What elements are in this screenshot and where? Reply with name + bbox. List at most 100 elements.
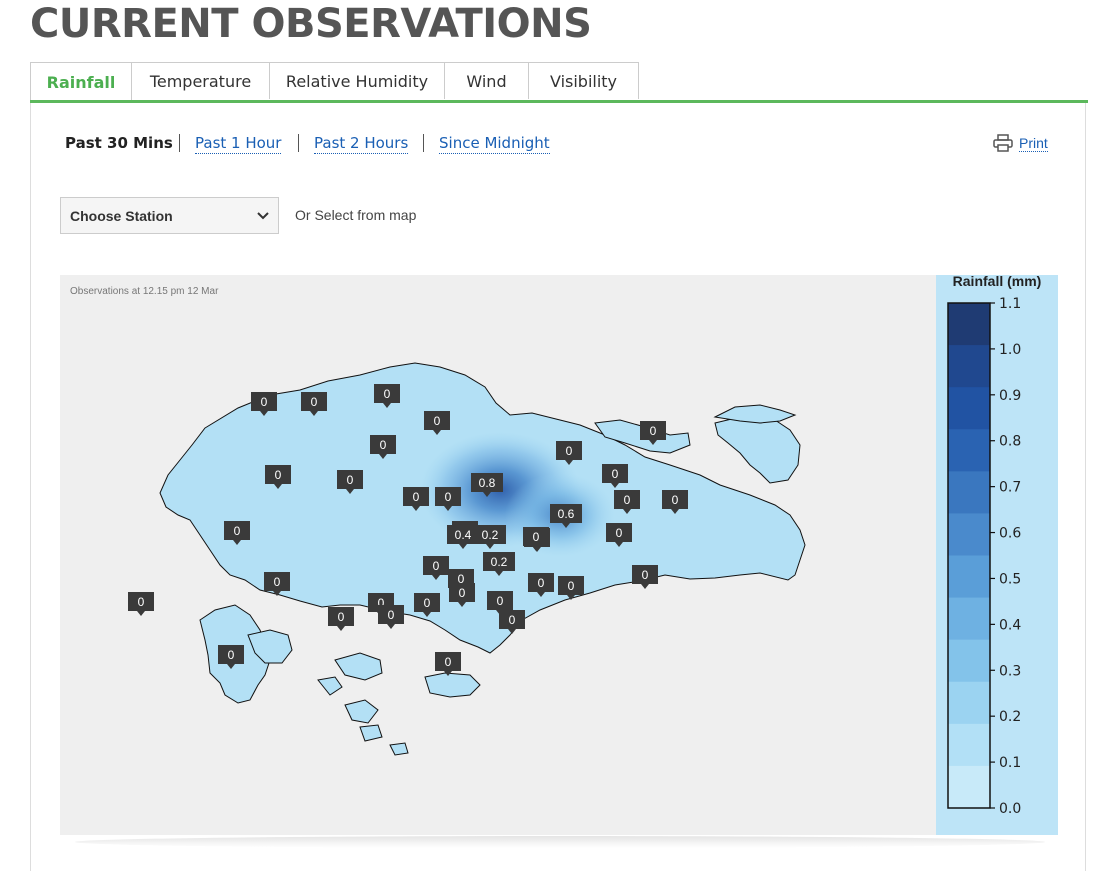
station-reading: 0.2 [491,555,508,569]
legend-colorbar: 1.1 1.0 0.9 0.8 0.7 0.6 0.5 0.4 0.3 0.2 0.1 0.0 [947,296,1021,817]
station-select-value: Choose Station [70,207,173,224]
station-reading: 0.6 [558,507,575,521]
station-marker-pointer [641,584,649,589]
station-reading: 0 [424,596,431,610]
page-title: CURRENT OBSERVATIONS [30,1,592,47]
station-reading: 0 [624,493,631,507]
tab-rainfall[interactable]: Rainfall [30,62,132,101]
tab-wind[interactable]: Wind [444,62,529,99]
chevron-down-icon [257,211,269,219]
legend-tick-label: 0.5 [999,571,1021,587]
legend-tick-label: 0.9 [999,388,1021,404]
southern-island-3 [317,676,343,696]
rainfall-map[interactable]: Observations at 12.15 pm 12 Mar 0 0 0 0 … [60,275,936,835]
station-marker[interactable]: 0 [328,607,354,631]
station-reading: 0 [234,524,241,538]
station-reading: 0 [275,468,282,482]
sentosa [424,672,481,698]
station-reading: 0 [568,579,575,593]
station-reading: 0 [497,594,504,608]
legend-color-band [948,597,990,641]
station-reading: 0 [538,576,545,590]
legend-tick-label: 0.3 [999,663,1021,679]
station-reading: 0 [566,444,573,458]
station-marker-pointer [387,624,395,629]
station-reading: 0 [384,387,391,401]
tab-temperature[interactable]: Temperature [131,62,270,99]
period-past-30-mins[interactable]: Past 30 Mins [65,134,173,152]
legend-color-band [948,513,990,556]
legend-color-band [948,639,990,683]
station-marker[interactable]: 0 [128,592,154,616]
station-reading: 0 [612,467,619,481]
period-since-midnight[interactable]: Since Midnight [439,134,550,154]
legend-tick-label: 0.7 [999,480,1021,496]
station-reading: 0 [533,530,540,544]
station-reading: 0 [388,608,395,622]
period-past-1-hour[interactable]: Past 1 Hour [195,134,282,154]
legend-tick-label: 0.8 [999,434,1021,450]
legend-tick-label: 1.1 [999,296,1021,312]
station-reading: 0 [642,568,649,582]
legend-tick-label: 0.6 [999,526,1021,542]
station-reading: 0.8 [479,476,496,490]
observation-tabs: Rainfall Temperature Relative Humidity W… [30,62,639,101]
station-reading: 0 [138,595,145,609]
station-marker[interactable]: 0 [435,652,461,676]
station-reading: 0 [347,473,354,487]
station-marker-pointer [137,611,145,616]
tab-relative-humidity[interactable]: Relative Humidity [269,62,445,99]
map-shadow [75,836,1045,848]
legend-color-band [948,555,990,599]
period-separator [179,134,180,152]
southern-island-2 [344,699,379,724]
station-marker[interactable]: 0 [632,565,658,589]
period-separator [298,134,299,152]
station-reading: 0 [672,493,679,507]
station-reading: 0 [261,395,268,409]
rainfall-legend: Rainfall (mm) 1.1 1.0 0.9 0.8 0.7 0.6 0.5 0.4 0.… [936,273,1058,835]
print-label: Print [1019,134,1048,152]
tab-visibility[interactable]: Visibility [528,62,639,99]
legend-color-band [948,723,990,767]
station-reading: 0.2 [482,528,499,542]
legend-color-band [948,303,990,346]
station-reading: 0 [380,438,387,452]
station-reading: 0.4 [455,528,472,542]
period-separator [423,134,424,152]
station-reading: 0 [433,559,440,573]
legend-tick-label: 0.1 [999,755,1021,771]
singapore-map: 000000000000.80000000.600.40.2000.200000… [128,362,806,756]
legend-tick-label: 0.2 [999,709,1021,725]
legend-tick-label: 0.0 [999,801,1021,817]
pulau-tekong [714,416,801,484]
legend-tick-label: 0.4 [999,617,1021,633]
station-reading: 0 [616,526,623,540]
legend-color-band [948,681,990,725]
station-reading: 0 [228,648,235,662]
select-from-map-hint: Or Select from map [295,207,417,223]
printer-icon [993,134,1013,152]
station-reading: 0 [338,610,345,624]
station-reading: 0 [434,414,441,428]
station-reading: 0 [509,613,516,627]
southern-island-5 [389,742,409,756]
station-reading: 0 [274,575,281,589]
period-past-2-hours[interactable]: Past 2 Hours [314,134,409,154]
station-reading: 0 [445,490,452,504]
southern-island-1 [334,652,383,681]
southern-island-4 [359,724,383,742]
station-select[interactable]: Choose Station [60,197,279,234]
station-reading: 0 [459,586,466,600]
legend-tick-label: 1.0 [999,342,1021,358]
print-button[interactable]: Print [993,134,1048,152]
legend-color-band [948,387,990,430]
station-reading: 0 [445,655,452,669]
station-marker[interactable]: 0 [378,605,404,629]
legend-color-band [948,429,990,472]
station-marker-pointer [337,626,345,631]
legend-color-band [948,345,990,388]
legend-color-band [948,765,990,809]
station-reading: 0 [413,490,420,504]
legend-color-band [948,471,990,514]
